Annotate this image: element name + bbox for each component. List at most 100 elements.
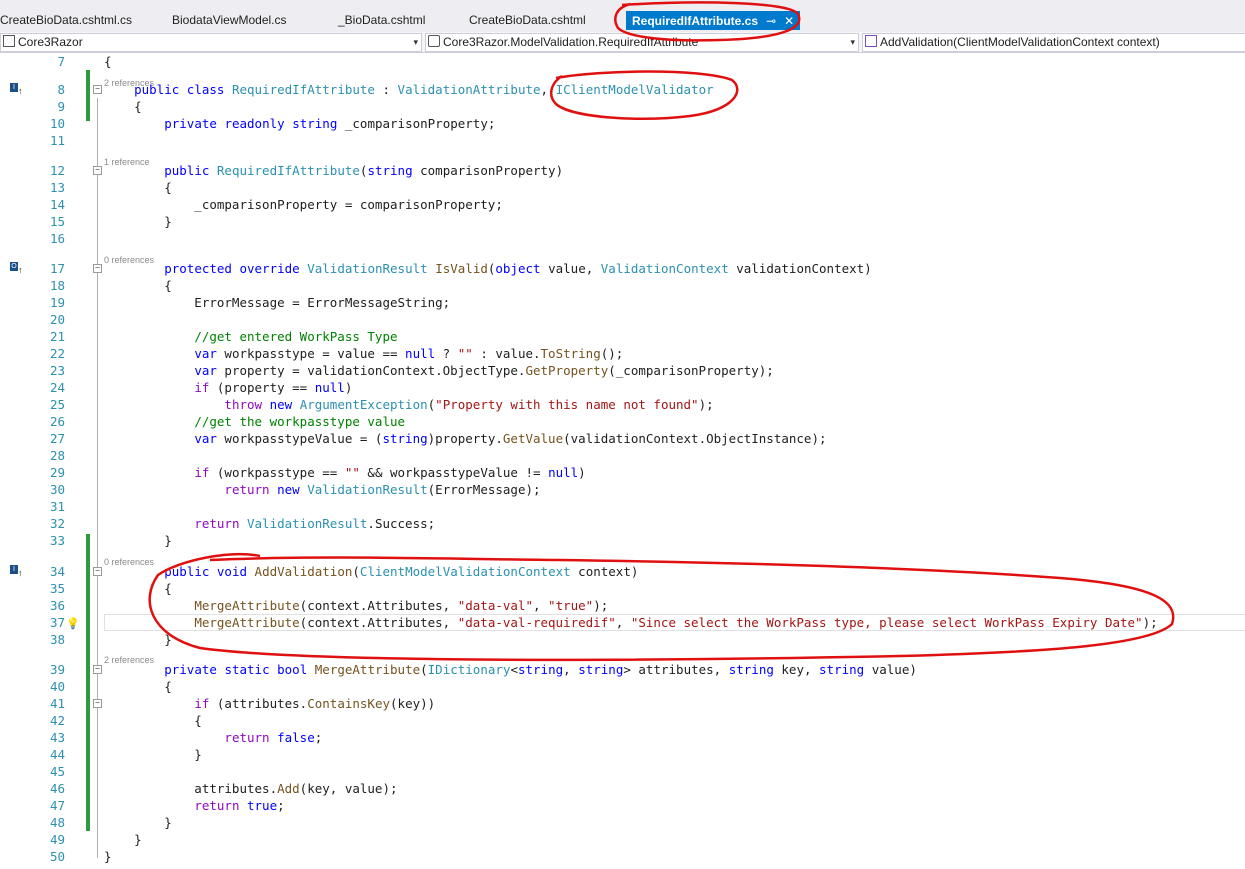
- tab-label: BiodataViewModel.cs: [172, 13, 287, 27]
- collapse-minus-icon[interactable]: −: [93, 264, 102, 273]
- line-text: public class RequiredIfAttribute : Valid…: [134, 82, 714, 97]
- code-line-28: 28: [0, 447, 1245, 464]
- line-number: 35: [49, 581, 65, 596]
- line-number: 17: [49, 261, 65, 276]
- code-line-42: 42 {: [0, 712, 1245, 729]
- type-dropdown[interactable]: Core3Razor.ModelValidation.RequiredIfAtt…: [425, 33, 859, 52]
- code-line-30: 30 return new ValidationResult(ErrorMess…: [0, 481, 1245, 498]
- line-text: //get the workpasstype value: [194, 414, 406, 429]
- line-number: 31: [49, 499, 65, 514]
- line-text: var workpasstype = value == null ? "" : …: [194, 346, 624, 361]
- collapse-minus-icon[interactable]: −: [93, 567, 102, 576]
- line-number: 22: [49, 346, 65, 361]
- line-number: 39: [49, 662, 65, 677]
- line-number: 40: [49, 679, 65, 694]
- code-line-23: 23 var property = validationContext.Obje…: [0, 362, 1245, 379]
- line-text: {: [104, 581, 172, 596]
- code-line-29: 29 if (workpasstype == "" && workpasstyp…: [0, 464, 1245, 481]
- code-line-35: 35 {: [0, 580, 1245, 597]
- chevron-down-icon: ▾: [413, 37, 418, 47]
- line-text: {: [104, 278, 172, 293]
- line-text: }: [104, 815, 172, 830]
- line-text: var property = validationContext.ObjectT…: [194, 363, 774, 378]
- code-line-33: 33 }: [0, 532, 1245, 549]
- tab-biodataviewmodel-cs[interactable]: BiodataViewModel.cs: [172, 10, 287, 30]
- code-line-21: 21 //get entered WorkPass Type: [0, 328, 1245, 345]
- member-name: AddValidation(ClientModelValidationConte…: [880, 35, 1160, 49]
- csharp-project-icon: [3, 35, 15, 47]
- lightbulb-icon[interactable]: 💡: [66, 615, 80, 632]
- line-text: return new ValidationResult(ErrorMessage…: [224, 482, 541, 497]
- code-line-18: 18 {: [0, 277, 1245, 294]
- line-number: 15: [49, 214, 65, 229]
- line-number: 20: [49, 312, 65, 327]
- line-text: protected override ValidationResult IsVa…: [164, 261, 872, 276]
- method-cube-icon: [865, 35, 877, 47]
- code-line-50: 50}: [0, 848, 1245, 865]
- line-number: 26: [49, 414, 65, 429]
- code-line-12: 12 − public RequiredIfAttribute(string co…: [0, 162, 1245, 179]
- line-text: private readonly string _comparisonPrope…: [164, 116, 496, 131]
- line-number: 30: [49, 482, 65, 497]
- line-number: 50: [49, 849, 65, 864]
- code-line-15: 15 }: [0, 213, 1245, 230]
- code-editor[interactable]: 7{ 2 references I ↑ 8− public class Requir…: [0, 53, 1245, 869]
- line-number: 44: [49, 747, 65, 762]
- line-text: public void AddValidation(ClientModelVal…: [164, 564, 639, 579]
- code-line-46: 46 attributes.Add(key, value);: [0, 780, 1245, 797]
- line-number: 10: [49, 116, 65, 131]
- line-text: ErrorMessage = ErrorMessageString;: [104, 295, 451, 310]
- tab-biodata-cshtml[interactable]: _BioData.cshtml: [338, 10, 425, 30]
- code-line-27: 27 var workpasstypeValue = (string)prope…: [0, 430, 1245, 447]
- code-line-36: 36 MergeAttribute(context.Attributes, "d…: [0, 597, 1245, 614]
- tab-label: CreateBioData.cshtml.cs: [0, 13, 133, 27]
- collapse-minus-icon[interactable]: −: [93, 85, 102, 94]
- line-number: 24: [49, 380, 65, 395]
- code-line-25: 25 throw new ArgumentException("Property…: [0, 396, 1245, 413]
- line-number: 29: [49, 465, 65, 480]
- code-line-41: 41 − if (attributes.ContainsKey(key)): [0, 695, 1245, 712]
- code-line-49: 49 }: [0, 831, 1245, 848]
- code-line-20: 20: [0, 311, 1245, 328]
- code-line-45: 45: [0, 763, 1245, 780]
- line-text: _comparisonProperty = comparisonProperty…: [104, 197, 503, 212]
- code-line-38: 38 }: [0, 631, 1245, 648]
- collapse-minus-icon[interactable]: −: [93, 166, 102, 175]
- member-dropdown[interactable]: AddValidation(ClientModelValidationConte…: [862, 33, 1245, 52]
- code-line-34: I ↑ 34− public void AddValidation(ClientMo…: [0, 563, 1245, 580]
- line-number: 32: [49, 516, 65, 531]
- code-line-39: 39 − private static bool MergeAttribute(I…: [0, 661, 1245, 678]
- close-icon[interactable]: ✕: [784, 14, 794, 28]
- line-number: 16: [49, 231, 65, 246]
- code-line-16: 16: [0, 230, 1245, 247]
- tab-label: RequiredIfAttribute.cs: [632, 14, 759, 28]
- line-text: return false;: [224, 730, 323, 745]
- tab-createbiodata-cshtml[interactable]: CreateBioData.cshtml: [469, 10, 586, 30]
- line-text: attributes.Add(key, value);: [104, 781, 398, 796]
- line-text: MergeAttribute(context.Attributes, "data…: [194, 598, 609, 613]
- line-number: 23: [49, 363, 65, 378]
- code-line-37: 💡 37 MergeAttribute(context.Attributes, "…: [0, 614, 1245, 631]
- code-line-13: 13 {: [0, 179, 1245, 196]
- line-text: {: [104, 180, 172, 195]
- line-text: {: [104, 99, 142, 114]
- tab-createbiodata-cshtml-cs[interactable]: CreateBioData.cshtml.cs: [0, 10, 132, 30]
- pin-icon[interactable]: ⊸: [766, 14, 776, 28]
- line-number: 42: [49, 713, 65, 728]
- line-number: 9: [57, 99, 65, 114]
- code-line-14: 14 _comparisonProperty = comparisonPrope…: [0, 196, 1245, 213]
- line-number: 48: [49, 815, 65, 830]
- code-line-43: 43 return false;: [0, 729, 1245, 746]
- tab-requiredifattribute-cs[interactable]: RequiredIfAttribute.cs ⊸ ✕: [626, 11, 801, 30]
- line-number: 38: [49, 632, 65, 647]
- project-dropdown[interactable]: Core3Razor ▾: [0, 33, 422, 52]
- collapse-minus-icon[interactable]: −: [93, 665, 102, 674]
- code-line-31: 31: [0, 498, 1245, 515]
- line-number: 46: [49, 781, 65, 796]
- type-name: Core3Razor.ModelValidation.RequiredIfAtt…: [443, 35, 699, 49]
- collapse-minus-icon[interactable]: −: [93, 699, 102, 708]
- line-text: MergeAttribute(context.Attributes, "data…: [194, 615, 1158, 630]
- line-text: }: [104, 832, 142, 847]
- line-text: return ValidationResult.Success;: [194, 516, 436, 531]
- project-name: Core3Razor: [18, 35, 83, 49]
